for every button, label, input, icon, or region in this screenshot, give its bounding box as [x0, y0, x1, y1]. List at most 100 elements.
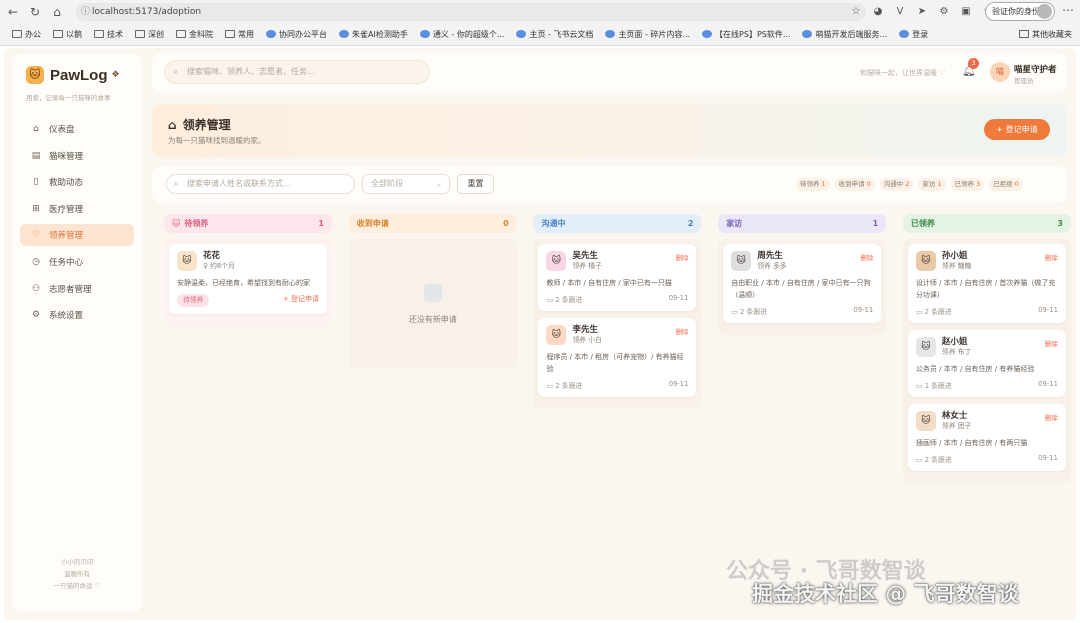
register-application-button[interactable]: + 登记申请 — [984, 119, 1050, 140]
stage-select[interactable]: 全部阶段 ⌄ — [362, 174, 450, 194]
bookmark-item[interactable]: 登录 — [893, 26, 934, 42]
delete-button[interactable]: 删除 — [860, 252, 873, 262]
site-icon — [516, 30, 527, 38]
sidebar-item-label: 领养管理 — [49, 231, 84, 242]
bookmark-item[interactable]: 主页 - 飞书云文档 — [510, 26, 599, 42]
application-card[interactable]: 🐱 花花 ♀ 约8个月 安静温柔，已经绝育，希望找到有耐心的家 待领养 + 登记申请 — [169, 244, 327, 314]
bookmark-item[interactable]: 主页面 - 碎片内容... — [599, 26, 696, 42]
user-name[interactable]: 喵星守护者 — [1014, 63, 1057, 75]
more-menu-icon[interactable]: ⋯ — [1062, 3, 1074, 17]
verify-identity-button[interactable]: 验证你的身份 — [985, 2, 1055, 21]
sidebar-item-7[interactable]: ⚙ 系统设置 — [20, 304, 134, 326]
notification-bell-icon[interactable]: 🔔︎ 3 — [962, 58, 979, 77]
bookmark-item[interactable]: 以鹅 — [47, 26, 88, 42]
status-badge: 待领养 — [177, 294, 210, 307]
sidebar-item-6[interactable]: ⚇ 志愿者管理 — [20, 278, 134, 300]
delete-button[interactable]: 删除 — [1045, 412, 1058, 422]
back-icon[interactable]: ← — [4, 3, 22, 21]
application-card[interactable]: 🐱 赵小姐 领养 布丁 删除 公务员 / 本市 / 自有住房 / 有养猫经验 ▭ 1 条跟… — [907, 330, 1066, 397]
applicant-search-input[interactable]: ⌕ 搜索申请人姓名或联系方式... — [166, 174, 355, 194]
bookmark-item[interactable]: 技术 — [88, 26, 129, 42]
bookmark-item[interactable]: 朱雀AI检测助手 — [333, 26, 414, 42]
applicant-description: 教师 / 本市 / 自有住房 / 家中已有一只猫 — [546, 279, 672, 287]
site-info-icon[interactable]: ⓘ — [81, 3, 90, 21]
stage-stat[interactable]: 待领养 1 — [796, 178, 830, 191]
sidebar-item-3[interactable]: ⊞ 医疗管理 — [20, 198, 134, 220]
delete-button[interactable]: 删除 — [1045, 338, 1058, 348]
stage-stat[interactable]: 已领养 3 — [950, 178, 985, 191]
register-link[interactable]: + 登记申请 — [283, 294, 319, 307]
bookmark-item[interactable]: 通义 - 你的超级个... — [414, 26, 511, 42]
avatar[interactable]: 喵 — [990, 62, 1010, 82]
followup-text: 1 条跟进 — [924, 382, 952, 390]
bookmark-item[interactable]: 深创 — [129, 26, 170, 42]
home-browser-icon[interactable]: ⌂ — [48, 3, 66, 21]
split-screen-icon[interactable]: ▣ — [958, 3, 974, 21]
followup-count[interactable]: ▭ 2 条跟进 — [916, 454, 952, 464]
stage-stat[interactable]: 已拒绝 0 — [989, 178, 1023, 191]
sidebar-item-label: 仪表盘 — [49, 125, 75, 135]
card-date: 09-11 — [853, 306, 874, 314]
stage-stat[interactable]: 沟通中 2 — [879, 178, 914, 191]
address-bar[interactable]: ⓘ localhost:5173/adoption — [76, 3, 866, 21]
global-search-input[interactable]: ⌕ 搜索猫咪、领养人、志愿者、任务... — [164, 60, 430, 84]
sidebar-item-5[interactable]: ◷ 任务中心 — [20, 251, 134, 273]
home-icon: ⌂ — [33, 124, 39, 134]
followup-count[interactable]: ▭ 2 条跟进 — [916, 306, 952, 316]
filter-bar: ⌕ 搜索申请人姓名或联系方式... 全部阶段 ⌄ 重置 待领养 1 收到申请 0 沟通中… — [152, 166, 1067, 203]
sidebar-item-4[interactable]: ♡ 领养管理 — [20, 224, 134, 247]
bookmark-item[interactable]: 常用 — [219, 26, 260, 42]
delete-button[interactable]: 删除 — [675, 252, 688, 262]
stage-stat[interactable]: 家访 1 — [918, 178, 946, 191]
sidebar: 🐱 PawLog ❖ 用爱，记录每一只猫咪的故事 ⌂ 仪表盘 ▤ 猫咪管理 ▯ 救助动态 ⊞… — [12, 54, 142, 612]
delete-button[interactable]: 删除 — [675, 326, 688, 336]
app-slogan: 用爱，记录每一只猫咪的故事 — [26, 94, 111, 102]
followup-count[interactable]: ▭ 1 条跟进 — [916, 380, 952, 390]
sidebar-item-2[interactable]: ▯ 救助动态 — [20, 171, 134, 193]
application-card[interactable]: 🐱 吴先生 领养 橘子 删除 教师 / 本市 / 自有住房 / 家中已有一只猫 ▭ 2 条… — [538, 244, 697, 311]
clock-icon: ◷ — [32, 256, 40, 267]
page-subtitle: 为每一只猫咪找到温暖的家。 — [168, 136, 266, 145]
footer-line-1: 小小的爪印 — [60, 558, 94, 566]
reset-button[interactable]: 重置 — [457, 174, 494, 194]
reload-icon[interactable]: ↻ — [26, 3, 44, 21]
sidebar-item-0[interactable]: ⌂ 仪表盘 — [20, 118, 134, 140]
bookmark-item[interactable]: 金科院 — [170, 26, 219, 42]
stage-stat[interactable]: 收到申请 0 — [834, 178, 875, 191]
column-count: 0 — [503, 219, 509, 228]
followup-count[interactable]: ▭ 2 条跟进 — [731, 306, 767, 316]
app-logo[interactable]: 🐱 PawLog ❖ — [26, 66, 120, 84]
followup-count[interactable]: ▭ 2 条跟进 — [546, 380, 582, 390]
cat-file-icon: ▤ — [31, 150, 41, 161]
card-footer: ▭ 2 条跟进 09-11 — [731, 306, 873, 316]
other-bookmarks[interactable]: 其他收藏夹 — [1019, 25, 1072, 43]
application-card[interactable]: 🐱 李先生 领养 小白 删除 程序员 / 本市 / 租房（可养宠物）/ 有养猫经验 ▭ 2… — [538, 318, 697, 397]
top-motto: 和猫咪一起，让世界温暖 ♡ — [860, 69, 946, 77]
applicant-description: 设计师 / 本市 / 自有住房 / 首次养猫（做了充分功课） — [915, 279, 1056, 299]
adoption-target: 领养 团子 — [941, 422, 972, 430]
card-date: 09-11 — [1038, 380, 1058, 388]
sidebar-item-1[interactable]: ▤ 猫咪管理 — [20, 145, 134, 167]
application-card[interactable]: 🐱 周先生 领养 多多 删除 自由职业 / 本市 / 自有住房 / 家中已有一只狗（温顺… — [723, 244, 882, 323]
followup-text: 2 条跟进 — [555, 296, 583, 304]
delete-button[interactable]: 删除 — [1045, 252, 1058, 262]
bookmark-item[interactable]: 【在线PS】PS软件... — [696, 26, 796, 42]
extension-arrow-icon[interactable]: ➤ — [914, 3, 930, 21]
card-date: 09-11 — [668, 380, 689, 388]
bookmark-item[interactable]: 办公 — [6, 26, 47, 42]
bookmark-item[interactable]: 萌猫开发后端服务... — [796, 26, 893, 42]
application-card[interactable]: 🐱 孙小姐 领养 糖糖 删除 设计师 / 本市 / 自有住房 / 首次养猫（做了充分功课… — [907, 244, 1066, 323]
chevron-down-icon: ⌄ — [436, 180, 442, 188]
bookmark-label: 办公 — [25, 29, 41, 39]
extension-v-icon[interactable]: V — [892, 3, 908, 21]
favorite-star-icon[interactable]: ☆ — [848, 3, 864, 21]
extension-gear-icon[interactable]: ⚙ — [936, 3, 952, 21]
browser-chrome: ← ↻ ⌂ ⓘ localhost:5173/adoption ☆ ◕ V ➤ … — [0, 0, 1080, 46]
extension-panda-icon[interactable]: ◕ — [870, 3, 886, 21]
bookmark-item[interactable]: 协同办公平台 — [260, 26, 333, 42]
application-card[interactable]: 🐱 林女士 领养 团子 删除 插画师 / 本市 / 自有住房 / 有两只猫 ▭ 2 条跟进… — [907, 404, 1066, 471]
cat-avatar: 🐱 — [177, 251, 197, 271]
stage-stat-count: 0 — [1014, 180, 1019, 188]
followup-count[interactable]: ▭ 2 条跟进 — [546, 294, 582, 304]
column-count: 1 — [318, 219, 324, 228]
